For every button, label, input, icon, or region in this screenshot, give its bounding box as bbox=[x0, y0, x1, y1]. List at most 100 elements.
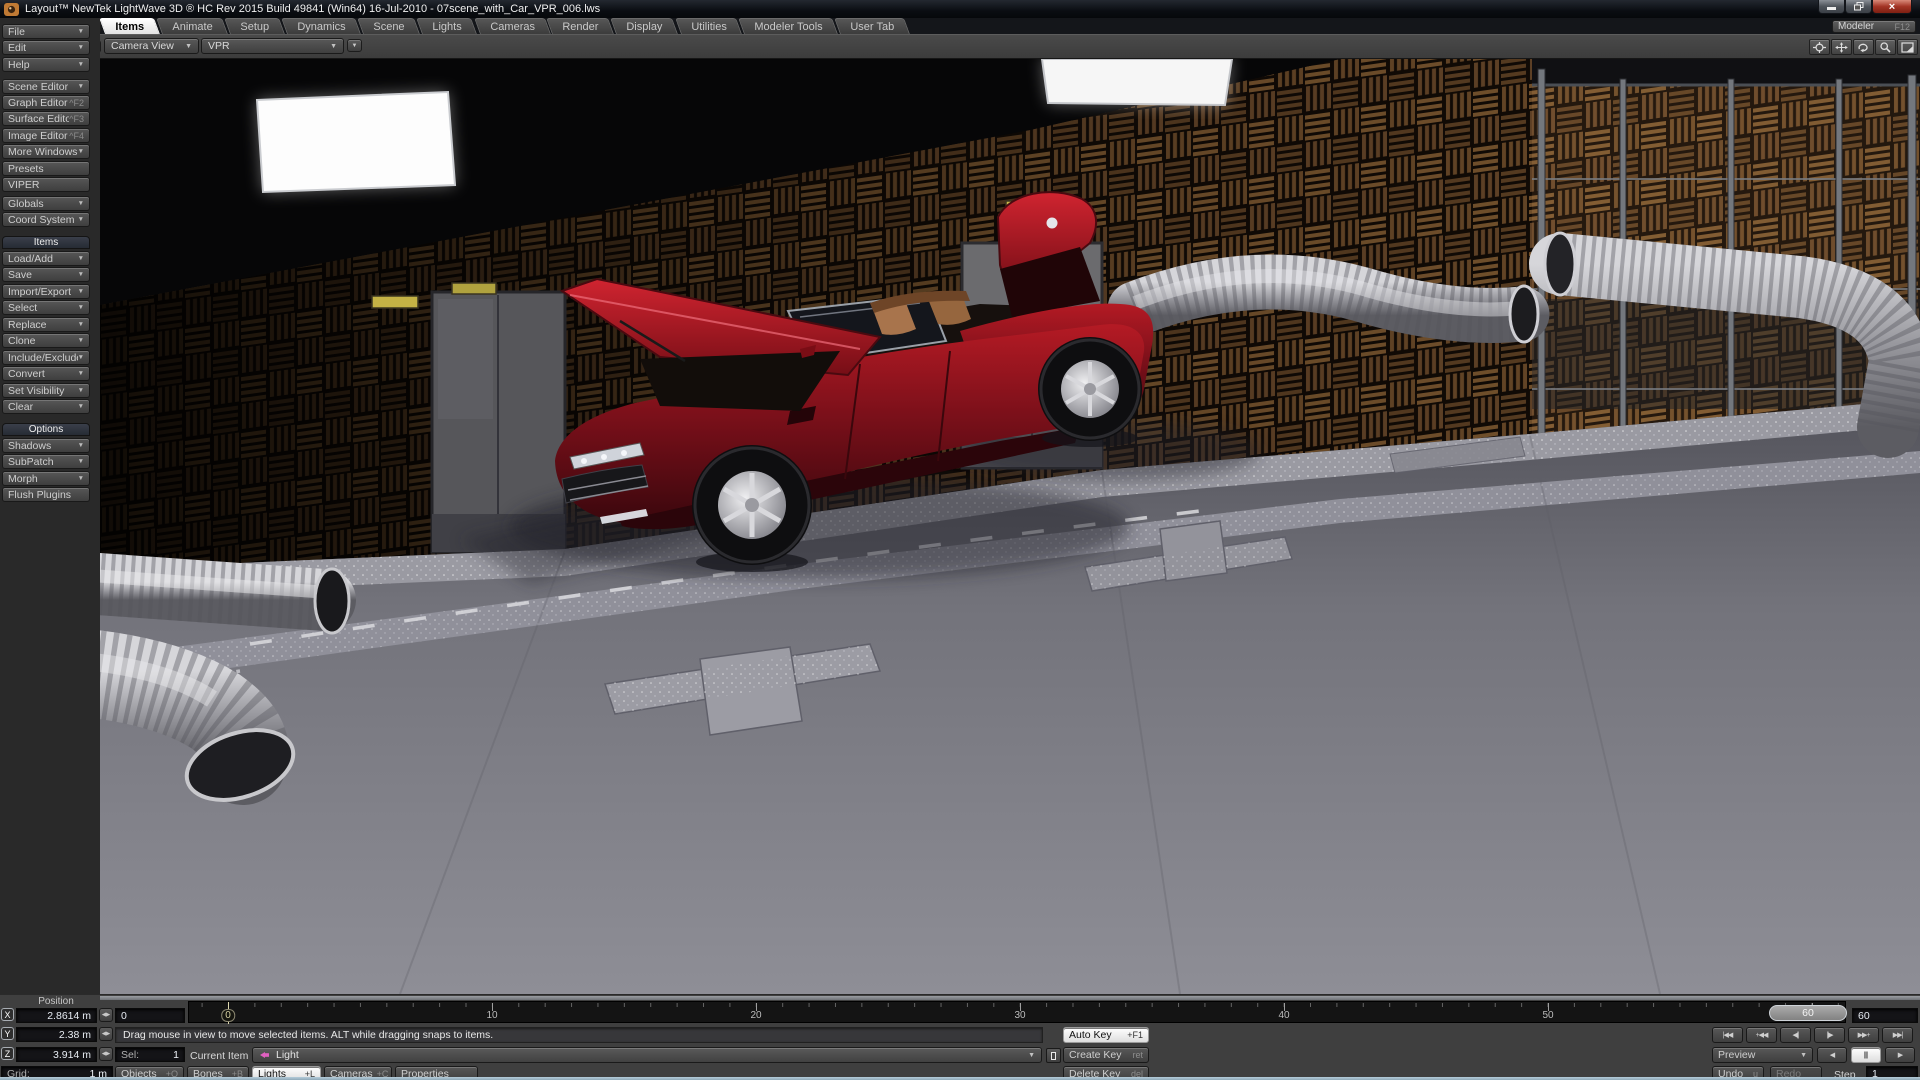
zoom-button[interactable] bbox=[1875, 39, 1896, 55]
create-key-button[interactable]: Create Keyret bbox=[1063, 1047, 1149, 1063]
titlebar[interactable]: Layout™ NewTek LightWave 3D ® HC Rev 201… bbox=[0, 0, 1920, 18]
z-stepper[interactable]: ◀▶ bbox=[99, 1047, 113, 1061]
render-options-dropdown[interactable]: ▼ bbox=[347, 39, 362, 52]
previous-key-button[interactable]: +◀◀ bbox=[1746, 1027, 1777, 1043]
tab-utilities[interactable]: Utilities bbox=[675, 18, 742, 34]
chevron-down-icon: ▼ bbox=[78, 337, 84, 344]
y-position-field[interactable]: 2.38 m bbox=[16, 1027, 97, 1042]
timeline-end-handle[interactable]: 60 bbox=[1769, 1005, 1847, 1021]
tab-cameras[interactable]: Cameras bbox=[474, 18, 550, 34]
tab-scene[interactable]: Scene bbox=[357, 18, 420, 34]
sidebar-item-help[interactable]: Help▼ bbox=[2, 57, 90, 72]
current-item-label: Current Item bbox=[190, 1050, 248, 1062]
chevron-down-icon: ▼ bbox=[177, 43, 192, 50]
chevron-down-icon: ▼ bbox=[78, 475, 84, 482]
minimize-button[interactable] bbox=[1818, 0, 1845, 14]
current-item-dropdown[interactable]: Light ▼ bbox=[252, 1047, 1042, 1063]
sidebar-item-file[interactable]: File▼ bbox=[2, 24, 90, 39]
chevron-down-icon: ▼ bbox=[78, 370, 84, 377]
viewport-3d[interactable] bbox=[100, 59, 1920, 994]
x-position-field[interactable]: 2.8614 m bbox=[16, 1008, 97, 1023]
go-to-end-button[interactable]: ▶▶| bbox=[1882, 1027, 1913, 1043]
viewport-toolbar: ▼ Camera View ▼ VPR ▼ ▼ bbox=[100, 34, 1920, 59]
render-mode-dropdown[interactable]: VPR ▼ bbox=[201, 38, 344, 54]
sidebar-item-subpatch[interactable]: SubPatch▼ bbox=[2, 454, 90, 469]
panel-icon bbox=[1051, 1052, 1056, 1060]
tab-modeler-tools[interactable]: Modeler Tools bbox=[738, 18, 838, 34]
sidebar-item-image-editor[interactable]: Image Editor^F4 bbox=[2, 128, 90, 143]
tab-items[interactable]: Items bbox=[99, 18, 160, 34]
current-frame-field[interactable]: 0 bbox=[115, 1008, 185, 1023]
sidebar-item-set-visibility[interactable]: Set Visibility▼ bbox=[2, 383, 90, 398]
pause-button[interactable]: || bbox=[1851, 1047, 1881, 1063]
tab-display[interactable]: Display bbox=[611, 18, 679, 34]
tab-setup[interactable]: Setup bbox=[224, 18, 285, 34]
go-to-start-button[interactable]: |◀◀ bbox=[1712, 1027, 1743, 1043]
next-frame-button[interactable]: ||▶ bbox=[1814, 1027, 1845, 1043]
sidebar-item-globals[interactable]: Globals▼ bbox=[2, 196, 90, 211]
sidebar-item-replace[interactable]: Replace▼ bbox=[2, 317, 90, 332]
chevron-down-icon: ▼ bbox=[352, 43, 358, 49]
restore-button[interactable] bbox=[1845, 0, 1872, 14]
sidebar-item-presets[interactable]: Presets bbox=[2, 161, 90, 176]
pane-splitter[interactable] bbox=[100, 996, 1920, 1000]
light-item-icon bbox=[259, 1050, 271, 1060]
close-icon: × bbox=[1889, 1, 1895, 13]
sidebar-item-coord-system[interactable]: Coord System▼ bbox=[2, 212, 90, 227]
modeler-button[interactable]: Modeler F12 bbox=[1832, 20, 1916, 33]
sidebar-item-select[interactable]: Select▼ bbox=[2, 300, 90, 315]
magnifier-icon bbox=[1879, 42, 1892, 53]
z-position-field[interactable]: 3.914 m bbox=[16, 1047, 97, 1062]
x-stepper[interactable]: ◀▶ bbox=[99, 1008, 113, 1022]
status-hint: Drag mouse in view to move selected item… bbox=[115, 1027, 1043, 1043]
previous-frame-button[interactable]: ◀|| bbox=[1780, 1027, 1811, 1043]
sidebar-item-clone[interactable]: Clone▼ bbox=[2, 333, 90, 348]
view-mode-dropdown[interactable]: Camera View ▼ bbox=[104, 38, 199, 54]
sidebar-item-load-add[interactable]: Load/Add▼ bbox=[2, 251, 90, 266]
tab-row: ▼ Items Animate Setup Dynamics Scene Lig… bbox=[100, 18, 1920, 34]
auto-key-button[interactable]: Auto Key+F1 bbox=[1063, 1027, 1149, 1043]
maximize-viewport-button[interactable] bbox=[1897, 39, 1918, 55]
close-button[interactable]: × bbox=[1872, 0, 1912, 14]
tab-user-tab[interactable]: User Tab bbox=[834, 18, 910, 34]
timeline[interactable]: 0 10 20 30 40 50 60 0 60 bbox=[188, 1001, 1846, 1023]
sidebar-item-include-exclude[interactable]: Include/Exclude▼ bbox=[2, 350, 90, 365]
sidebar-header-options: Options bbox=[2, 423, 90, 436]
next-key-button[interactable]: ▶▶+ bbox=[1848, 1027, 1879, 1043]
chevron-down-icon: ▼ bbox=[1028, 1052, 1035, 1059]
sidebar-item-surface-editor[interactable]: Surface Editor^F3 bbox=[2, 111, 90, 126]
tab-lights[interactable]: Lights bbox=[416, 18, 477, 34]
sidebar-item-edit[interactable]: Edit▼ bbox=[2, 40, 90, 55]
chevron-down-icon: ▼ bbox=[78, 288, 84, 295]
play-forward-button[interactable]: ▶ bbox=[1885, 1047, 1915, 1063]
end-frame-field[interactable]: 60 bbox=[1852, 1008, 1918, 1023]
item-properties-mini-button[interactable] bbox=[1046, 1048, 1061, 1063]
sidebar-item-shadows[interactable]: Shadows▼ bbox=[2, 438, 90, 453]
chevron-down-icon: ▼ bbox=[78, 200, 84, 207]
sidebar-item-save[interactable]: Save▼ bbox=[2, 267, 90, 282]
sidebar-item-viper[interactable]: VIPER bbox=[2, 177, 90, 192]
tab-dynamics[interactable]: Dynamics bbox=[281, 18, 361, 34]
chevron-down-icon: ▼ bbox=[78, 255, 84, 262]
sidebar-item-import-export[interactable]: Import/Export▼ bbox=[2, 284, 90, 299]
play-reverse-button[interactable]: ◀ bbox=[1817, 1047, 1847, 1063]
rotate-button[interactable] bbox=[1853, 39, 1874, 55]
tab-render[interactable]: Render bbox=[546, 18, 614, 34]
sidebar-item-scene-editor[interactable]: Scene Editor▼ bbox=[2, 79, 90, 94]
sidebar-item-graph-editor[interactable]: Graph Editor^F2 bbox=[2, 95, 90, 110]
sidebar-item-clear[interactable]: Clear▼ bbox=[2, 399, 90, 414]
recenter-button[interactable] bbox=[1809, 39, 1830, 55]
chevron-down-icon: ▼ bbox=[78, 403, 84, 410]
sidebar-item-flush-plugins[interactable]: Flush Plugins bbox=[2, 487, 90, 502]
y-stepper[interactable]: ◀▶ bbox=[99, 1027, 113, 1041]
chevron-down-icon: ▼ bbox=[78, 83, 84, 90]
pan-button[interactable] bbox=[1831, 39, 1852, 55]
sidebar-item-more-windows[interactable]: More Windows▼ bbox=[2, 144, 90, 159]
chevron-down-icon: ▼ bbox=[78, 354, 84, 361]
tab-animate[interactable]: Animate bbox=[156, 18, 228, 34]
pan-icon bbox=[1835, 42, 1848, 53]
preview-dropdown[interactable]: Preview ▼ bbox=[1712, 1047, 1813, 1063]
x-axis-label: X bbox=[1, 1008, 14, 1021]
sidebar-item-morph[interactable]: Morph▼ bbox=[2, 471, 90, 486]
sidebar-item-convert[interactable]: Convert▼ bbox=[2, 366, 90, 381]
